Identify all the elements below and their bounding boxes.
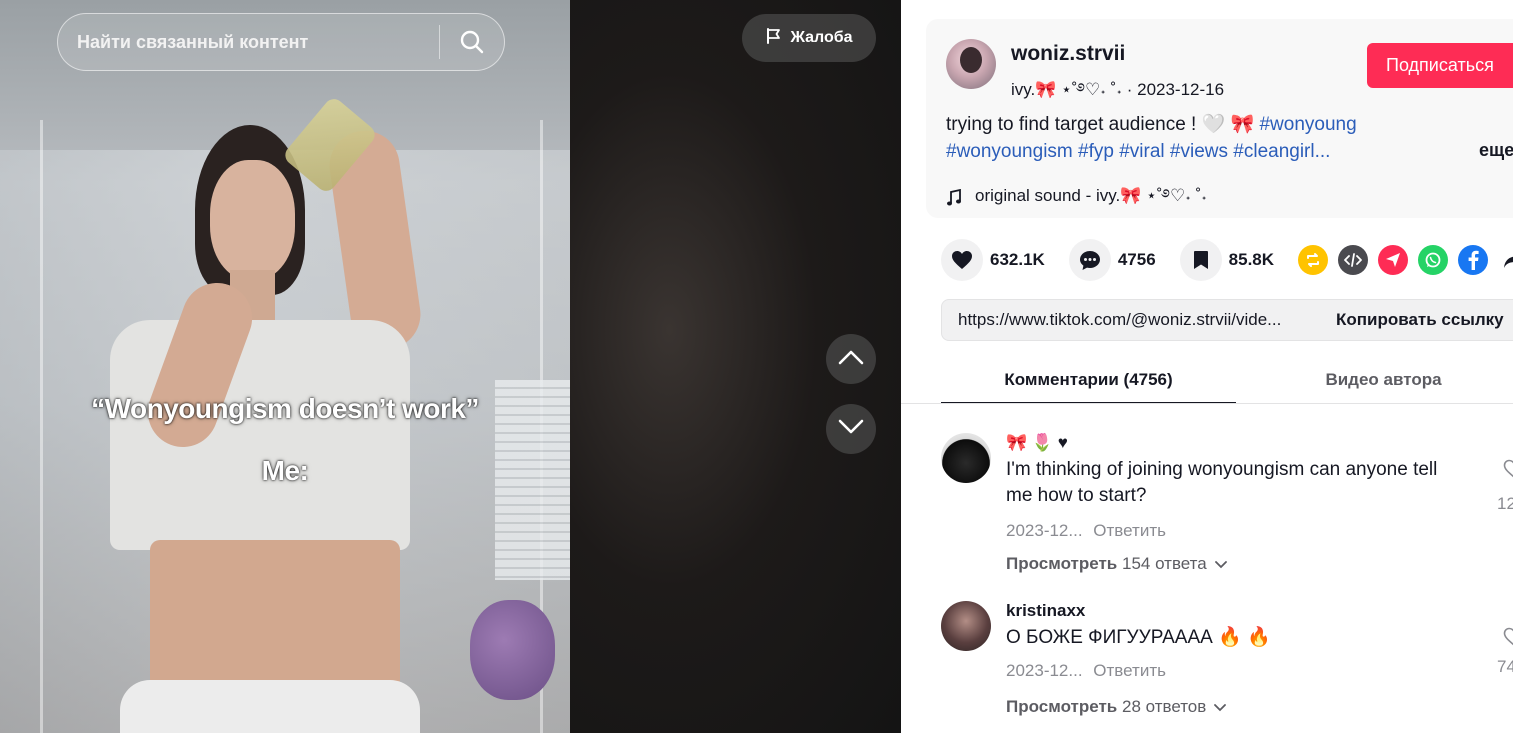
comment-count: 4756 (1117, 250, 1156, 269)
view-replies-button[interactable]: Просмотреть 154 ответа (1006, 554, 1227, 574)
facebook-icon[interactable] (1458, 245, 1489, 275)
hashtag-link[interactable]: #wonyoungism (946, 141, 1073, 162)
send-to-friends-icon[interactable] (1378, 245, 1409, 275)
person-pants (120, 680, 420, 733)
details-panel: woniz.strvii ivy.🎀 ⋆˚࿔♡˖ ˚˖ · 2023-12-16… (901, 0, 1513, 733)
comment-meta: 2023-12... Ответить (1006, 661, 1166, 681)
view-replies-label: Просмотреть 28 ответов (1006, 697, 1206, 717)
commenter-username[interactable]: kristinaxx (1006, 601, 1085, 621)
replies-count: 28 ответов (1121, 697, 1207, 716)
bookmark-icon[interactable] (1179, 239, 1222, 281)
flag-icon (765, 27, 783, 50)
chevron-up-icon (838, 349, 864, 370)
replies-count: 154 ответа (1121, 554, 1207, 573)
video-caption-line2: Me: (261, 455, 309, 486)
music-link[interactable]: original sound - ivy.🎀 ⋆˚࿔♡˖ ˚˖ (946, 176, 1207, 224)
comment-like-button[interactable] (1499, 627, 1513, 652)
comment-like-count: 74 (1497, 657, 1513, 676)
embed-code-icon[interactable] (1338, 245, 1369, 275)
music-note-icon (946, 188, 962, 212)
chevron-down-icon (1214, 697, 1227, 717)
tab-author-videos[interactable]: Видео автора (1236, 356, 1513, 404)
hashtag-link[interactable]: #wonyoung (1259, 114, 1356, 135)
search-input[interactable]: Найти связанный контент (57, 13, 505, 71)
follow-button[interactable]: Подписаться (1367, 43, 1513, 88)
share-arrow-icon[interactable] (1498, 245, 1513, 275)
hashtag-link[interactable]: #fyp (1078, 141, 1114, 162)
next-video-button[interactable] (826, 404, 876, 454)
video-area[interactable]: “Wonyoungism doesn’t work” Me: Найти свя… (0, 0, 901, 733)
view-replies-label: Просмотреть 154 ответа (1006, 554, 1207, 574)
post-date: 2023-12-16 (1137, 80, 1225, 99)
video-url[interactable]: https://www.tiktok.com/@woniz.strvii/vid… (942, 310, 1320, 330)
report-button[interactable]: Жалоба (742, 14, 876, 62)
like-count: 632.1K (990, 250, 1045, 269)
search-icon[interactable] (440, 13, 504, 71)
comment-like-count: 12 (1497, 494, 1513, 513)
heart-icon[interactable] (941, 239, 983, 281)
save-action[interactable]: 85.8K (1179, 239, 1275, 281)
save-count: 85.8K (1228, 250, 1275, 269)
view-replies-text: Просмотреть (1006, 697, 1118, 716)
more-button[interactable]: еще (1479, 140, 1513, 161)
author-username[interactable]: woniz.strvii (1011, 42, 1125, 66)
tabs-divider (901, 403, 1513, 404)
glass-edge (40, 120, 43, 733)
reply-button[interactable]: Ответить (1093, 521, 1166, 540)
bath-sponge (470, 600, 555, 700)
person-face (210, 160, 295, 280)
author-nickname: ivy.🎀 ⋆˚࿔♡˖ ˚˖ (1011, 80, 1122, 99)
separator-dot: · (1126, 80, 1138, 99)
commenter-avatar[interactable] (941, 433, 991, 483)
comment-like-button[interactable] (1499, 459, 1513, 484)
person-torso (150, 540, 400, 690)
comment-date: 2023-12... (1006, 661, 1083, 680)
report-label: Жалоба (790, 29, 853, 46)
video-caption-line1: “Wonyoungism doesn’t work” (91, 393, 479, 424)
hashtag-link[interactable]: #viral (1119, 141, 1164, 162)
author-avatar[interactable] (946, 39, 996, 89)
view-replies-button[interactable]: Просмотреть 28 ответов (1006, 697, 1227, 717)
like-action[interactable]: 632.1K (941, 239, 1045, 281)
comment-text: I'm thinking of joining wonyoungism can … (1006, 459, 1438, 506)
video-description: trying to find target audience ! 🤍 🎀 #wo… (946, 111, 1416, 165)
chevron-down-icon (1214, 554, 1227, 574)
repost-icon[interactable] (1298, 245, 1329, 275)
tab-comments[interactable]: Комментарии (4756) (941, 356, 1236, 404)
search-placeholder: Найти связанный контент (77, 31, 309, 52)
description-text: trying to find target audience ! 🤍 🎀 (946, 114, 1255, 135)
action-bar: 632.1K 4756 85.8K (941, 238, 1513, 282)
reply-button[interactable]: Ответить (1093, 661, 1166, 680)
comment-meta: 2023-12... Ответить (1006, 521, 1166, 541)
commenter-avatar[interactable] (941, 601, 991, 651)
commenter-username[interactable]: 🎀 🌷 ♥ (1006, 433, 1068, 453)
whatsapp-icon[interactable] (1418, 245, 1449, 275)
comment-text: О БОЖЕ ФИГУУРАААА 🔥 🔥 (1006, 627, 1271, 648)
previous-video-button[interactable] (826, 334, 876, 384)
panel-tabs: Комментарии (4756) Видео автора (941, 356, 1513, 404)
comment-icon[interactable] (1068, 239, 1111, 281)
video-info-card: woniz.strvii ivy.🎀 ⋆˚࿔♡˖ ˚˖ · 2023-12-16… (926, 19, 1513, 218)
comment-action[interactable]: 4756 (1068, 239, 1156, 281)
view-replies-text: Просмотреть (1006, 554, 1118, 573)
video-player[interactable]: “Wonyoungism doesn’t work” Me: (0, 0, 570, 733)
video-link-bar: https://www.tiktok.com/@woniz.strvii/vid… (941, 299, 1513, 341)
chevron-down-icon (838, 419, 864, 440)
hashtag-link[interactable]: #views (1170, 141, 1228, 162)
music-title: original sound - ivy.🎀 ⋆˚࿔♡˖ ˚˖ (975, 186, 1207, 205)
copy-link-button[interactable]: Копировать ссылку (1320, 310, 1504, 330)
hashtag-link[interactable]: #cleangirl... (1233, 141, 1330, 162)
comment-date: 2023-12... (1006, 521, 1083, 540)
person-shirt (110, 320, 410, 550)
